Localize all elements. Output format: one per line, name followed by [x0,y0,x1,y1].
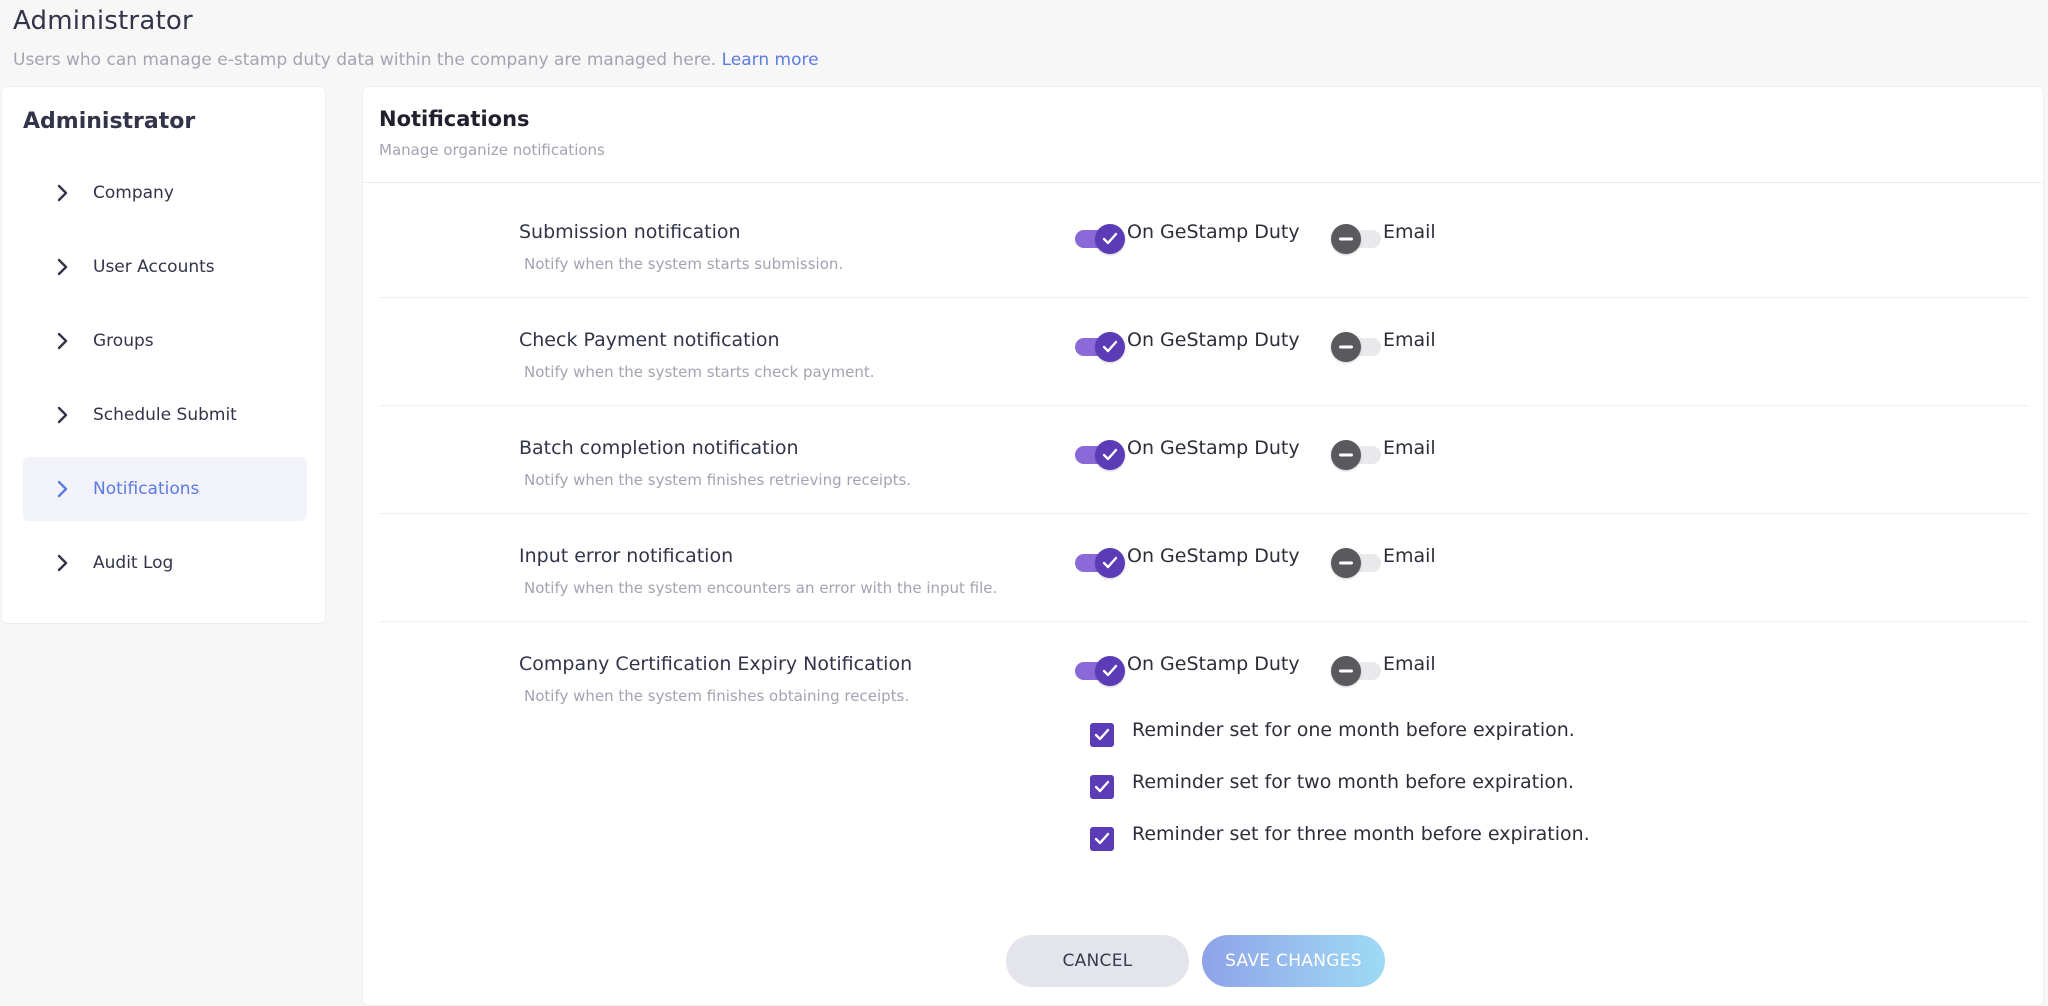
check-icon [1095,332,1125,362]
sidebar-item-user-accounts[interactable]: User Accounts [23,235,307,299]
email-toggle-label: Email [1383,545,1436,567]
sidebar-item-notifications[interactable]: Notifications [23,457,307,521]
row-divider [379,621,2029,622]
minus-icon [1331,548,1361,578]
sidebar: Administrator Company User Accounts Grou… [1,86,326,624]
system-toggle-label: On GeStamp Duty [1127,545,1300,567]
system-toggle-label: On GeStamp Duty [1127,437,1300,459]
system-notification-toggle[interactable] [1075,656,1125,686]
system-toggle-label: On GeStamp Duty [1127,329,1300,351]
system-notification-toggle[interactable] [1075,440,1125,470]
system-notification-toggle[interactable] [1075,548,1125,578]
email-notification-toggle[interactable] [1331,440,1381,470]
sidebar-item-company[interactable]: Company [23,161,307,225]
page-subtitle-text: Users who can manage e-stamp duty data w… [13,50,717,70]
row-divider [379,513,2029,514]
notification-title: Submission notification [519,221,741,243]
reminder-checkbox-three-month[interactable] [1090,827,1114,851]
check-icon [1094,728,1110,741]
page-header: Administrator Users who can manage e-sta… [13,6,819,70]
check-icon [1095,548,1125,578]
sidebar-item-label: Groups [93,331,154,351]
panel-header: Notifications Manage organize notificati… [379,107,605,159]
notification-description: Notify when the system starts check paym… [524,363,875,381]
email-notification-toggle[interactable] [1331,656,1381,686]
reminder-label: Reminder set for one month before expira… [1132,719,1575,741]
sidebar-item-label: User Accounts [93,257,215,277]
sidebar-item-audit-log[interactable]: Audit Log [23,531,307,595]
check-icon [1095,224,1125,254]
minus-icon [1331,332,1361,362]
chevron-right-icon [53,405,73,425]
notification-title: Company Certification Expiry Notificatio… [519,653,913,675]
reminder-label: Reminder set for three month before expi… [1132,823,1590,845]
chevron-right-icon [53,331,73,351]
page-subtitle: Users who can manage e-stamp duty data w… [13,50,819,70]
sidebar-title: Administrator [23,109,196,134]
notification-description: Notify when the system encounters an err… [524,579,998,597]
system-toggle-label: On GeStamp Duty [1127,221,1300,243]
notification-description: Notify when the system starts submission… [524,255,844,273]
page-title: Administrator [13,6,193,36]
reminder-checkbox-one-month[interactable] [1090,723,1114,747]
sidebar-item-label: Notifications [93,479,200,499]
email-toggle-label: Email [1383,221,1436,243]
minus-icon [1331,440,1361,470]
notifications-panel: Notifications Manage organize notificati… [362,86,2044,1006]
minus-icon [1331,656,1361,686]
row-divider [379,297,2029,298]
notification-description: Notify when the system finishes retrievi… [524,471,912,489]
notification-description: Notify when the system finishes obtainin… [524,687,910,705]
notification-title: Check Payment notification [519,329,780,351]
check-icon [1095,656,1125,686]
notification-title: Input error notification [519,545,734,567]
divider [363,182,2043,183]
reminder-checkbox-two-month[interactable] [1090,775,1114,799]
row-divider [379,405,2029,406]
sidebar-item-label: Company [93,183,174,203]
chevron-right-icon [53,183,73,203]
sidebar-item-schedule-submit[interactable]: Schedule Submit [23,383,307,447]
email-toggle-label: Email [1383,653,1436,675]
reminder-label: Reminder set for two month before expira… [1132,771,1575,793]
notification-title: Batch completion notification [519,437,799,459]
sidebar-item-label: Audit Log [93,553,174,573]
save-changes-button[interactable]: SAVE CHANGES [1202,935,1385,987]
sidebar-item-groups[interactable]: Groups [23,309,307,373]
check-icon [1094,832,1110,845]
email-toggle-label: Email [1383,437,1436,459]
system-notification-toggle[interactable] [1075,332,1125,362]
check-icon [1095,440,1125,470]
cancel-button[interactable]: CANCEL [1006,935,1189,987]
panel-title: Notifications [379,107,530,131]
minus-icon [1331,224,1361,254]
sidebar-item-label: Schedule Submit [93,405,237,425]
chevron-right-icon [53,479,73,499]
system-notification-toggle[interactable] [1075,224,1125,254]
email-toggle-label: Email [1383,329,1436,351]
email-notification-toggle[interactable] [1331,548,1381,578]
learn-more-link[interactable]: Learn more [722,50,819,70]
panel-subtitle: Manage organize notifications [379,141,605,159]
system-toggle-label: On GeStamp Duty [1127,653,1300,675]
email-notification-toggle[interactable] [1331,332,1381,362]
email-notification-toggle[interactable] [1331,224,1381,254]
chevron-right-icon [53,553,73,573]
check-icon [1094,780,1110,793]
chevron-right-icon [53,257,73,277]
